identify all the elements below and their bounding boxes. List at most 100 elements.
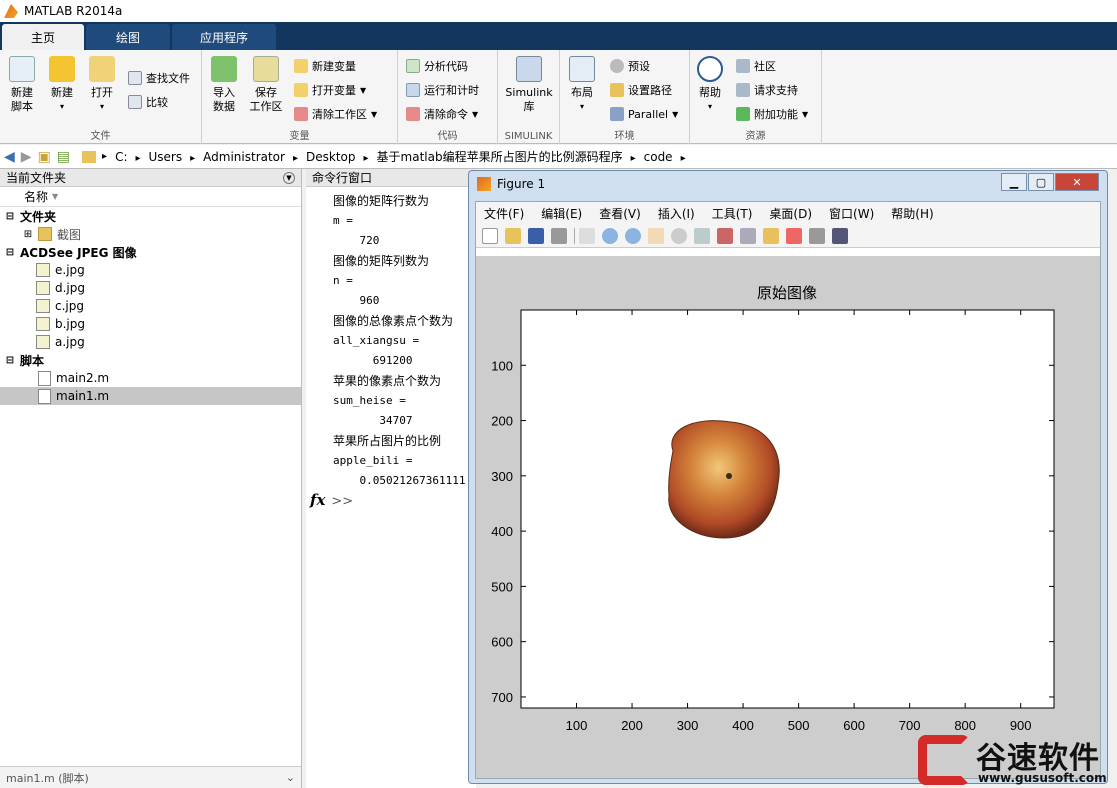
command-prompt[interactable]: fx >>: [310, 491, 353, 509]
new-variable-label: 新建变量: [312, 60, 356, 73]
tab-plots[interactable]: 绘图: [86, 24, 170, 50]
save-icon[interactable]: [528, 227, 544, 244]
breadcrumb-c[interactable]: C:: [115, 150, 140, 164]
clear-commands-button[interactable]: 清除命令 ▼: [406, 104, 478, 124]
zoom-out-icon[interactable]: [625, 227, 641, 244]
list-item[interactable]: b.jpg: [0, 315, 301, 333]
breadcrumb-administrator[interactable]: Administrator: [203, 150, 298, 164]
menu-window[interactable]: 窗口(W): [829, 205, 874, 222]
new-script-button[interactable]: 新建 脚本: [2, 56, 42, 114]
panel-menu-icon[interactable]: ▼: [283, 171, 295, 184]
y-tick-label: 600: [491, 635, 513, 650]
new-variable-button[interactable]: 新建变量: [294, 56, 356, 76]
compare-button[interactable]: 比较: [128, 92, 168, 112]
hide-plot-tools-icon[interactable]: [809, 227, 825, 244]
breadcrumb-code[interactable]: code: [644, 150, 686, 164]
command-window[interactable]: 命令行窗口 图像的矩阵行数为 m = 720 图像的矩阵列数为 n = 960 …: [306, 169, 476, 788]
axes-image-plot[interactable]: 原始图像 100 200 300 400 500 600 700 800 900 100 200 3…: [476, 256, 1100, 778]
axes-box: [520, 309, 1055, 709]
find-files-button[interactable]: 查找文件: [128, 68, 190, 88]
open-file-icon[interactable]: [505, 227, 521, 244]
analyze-code-button[interactable]: 分析代码: [406, 56, 468, 76]
list-item[interactable]: ⊞ 截图: [0, 225, 301, 243]
save-workspace-button[interactable]: 保存 工作区: [246, 56, 286, 114]
new-plus-icon: [49, 56, 75, 82]
function-browser-icon[interactable]: fx: [310, 491, 325, 509]
details-bar[interactable]: main1.m (脚本) ⌄: [0, 766, 301, 788]
open-variable-button[interactable]: 打开变量 ▼: [294, 80, 366, 100]
cursor-icon[interactable]: [579, 227, 595, 244]
import-data-button[interactable]: 导入 数据: [204, 56, 244, 114]
tab-apps[interactable]: 应用程序: [172, 24, 276, 50]
output-line: sum_heise =: [333, 394, 406, 407]
figure-window[interactable]: Figure 1 ▁ ▢ ✕ 文件(F) 编辑(E) 查看(V) 插入(I) 工…: [468, 170, 1108, 784]
request-support-button[interactable]: 请求支持: [736, 80, 798, 100]
back-arrow-icon[interactable]: ◀: [4, 149, 15, 165]
menu-insert[interactable]: 插入(I): [658, 205, 695, 222]
minimize-button[interactable]: ▁: [1001, 173, 1027, 191]
menu-help[interactable]: 帮助(H): [891, 205, 933, 222]
breadcrumb-project[interactable]: 基于matlab编程苹果所占图片的比例源码程序: [377, 148, 636, 165]
analyze-code-icon: [406, 59, 420, 73]
open-button[interactable]: 打开 ▾: [82, 56, 122, 114]
legend-icon[interactable]: [786, 227, 802, 244]
rotate-3d-icon[interactable]: [671, 227, 687, 244]
clear-workspace-button[interactable]: 清除工作区 ▼: [294, 104, 377, 124]
help-button[interactable]: 帮助 ▾: [690, 56, 730, 114]
community-button[interactable]: 社区: [736, 56, 776, 76]
new-figure-icon[interactable]: [482, 227, 498, 244]
x-tick-label: 500: [788, 718, 810, 733]
menu-edit[interactable]: 编辑(E): [541, 205, 582, 222]
list-item[interactable]: a.jpg: [0, 333, 301, 351]
link-plot-icon[interactable]: [740, 227, 756, 244]
expand-icon[interactable]: ⊞: [22, 229, 34, 240]
preferences-button[interactable]: 预设: [610, 56, 650, 76]
section-folders-label: 文件夹: [20, 209, 57, 224]
menu-view[interactable]: 查看(V): [599, 205, 641, 222]
name-column-header[interactable]: 名称 ▼: [0, 187, 301, 207]
set-path-button[interactable]: 设置路径: [610, 80, 672, 100]
chevron-down-icon[interactable]: ⌄: [286, 771, 295, 784]
collapse-icon[interactable]: ⊟: [4, 211, 16, 222]
up-folder-icon[interactable]: ▣: [38, 149, 51, 165]
print-icon[interactable]: [551, 227, 567, 244]
close-button[interactable]: ✕: [1055, 173, 1099, 191]
file-name: c.jpg: [55, 299, 84, 313]
layout-button[interactable]: 布局 ▾: [562, 56, 602, 114]
apple-image: [668, 420, 780, 539]
breadcrumb-users[interactable]: Users: [149, 150, 196, 164]
list-item-selected[interactable]: main1.m: [0, 387, 301, 405]
group-resources: 帮助 ▾ 社区 请求支持 附加功能 ▼ 资源: [690, 50, 822, 144]
new-button[interactable]: 新建 ▾: [42, 56, 82, 114]
app-title-bar: MATLAB R2014a: [0, 0, 1117, 22]
simulink-library-button[interactable]: Simulink 库: [504, 56, 554, 114]
forward-arrow-icon[interactable]: ▶: [21, 149, 32, 165]
maximize-button[interactable]: ▢: [1028, 173, 1054, 191]
breadcrumb-desktop[interactable]: Desktop: [306, 150, 369, 164]
data-cursor-icon[interactable]: [694, 227, 710, 244]
plot-area[interactable]: 原始图像 100 200 300 400 500 600 700 800 900 100 200 3…: [476, 256, 1100, 778]
list-item[interactable]: c.jpg: [0, 297, 301, 315]
run-and-time-button[interactable]: 运行和计时: [406, 80, 479, 100]
menu-file[interactable]: 文件(F): [484, 205, 524, 222]
parallel-button[interactable]: Parallel ▼: [610, 104, 678, 124]
tab-home[interactable]: 主页: [2, 24, 84, 50]
collapse-icon[interactable]: ⊟: [4, 247, 16, 258]
browse-folder-icon[interactable]: ▤: [57, 149, 70, 165]
collapse-icon[interactable]: ⊟: [4, 355, 16, 366]
list-item[interactable]: d.jpg: [0, 279, 301, 297]
pan-hand-icon[interactable]: [648, 227, 664, 244]
menu-tools[interactable]: 工具(T): [712, 205, 753, 222]
list-item[interactable]: e.jpg: [0, 261, 301, 279]
list-item[interactable]: main2.m: [0, 369, 301, 387]
section-folders[interactable]: ⊟ 文件夹: [0, 207, 301, 225]
add-ons-button[interactable]: 附加功能 ▼: [736, 104, 808, 124]
brush-icon[interactable]: [717, 227, 733, 244]
folder-icon: [82, 150, 97, 163]
colorbar-icon[interactable]: [763, 227, 779, 244]
section-scripts[interactable]: ⊟ 脚本: [0, 351, 301, 369]
zoom-in-icon[interactable]: [602, 227, 618, 244]
show-plot-tools-icon[interactable]: [832, 227, 848, 244]
menu-desktop[interactable]: 桌面(D): [769, 205, 812, 222]
section-jpeg-images[interactable]: ⊟ ACDSee JPEG 图像: [0, 243, 301, 261]
